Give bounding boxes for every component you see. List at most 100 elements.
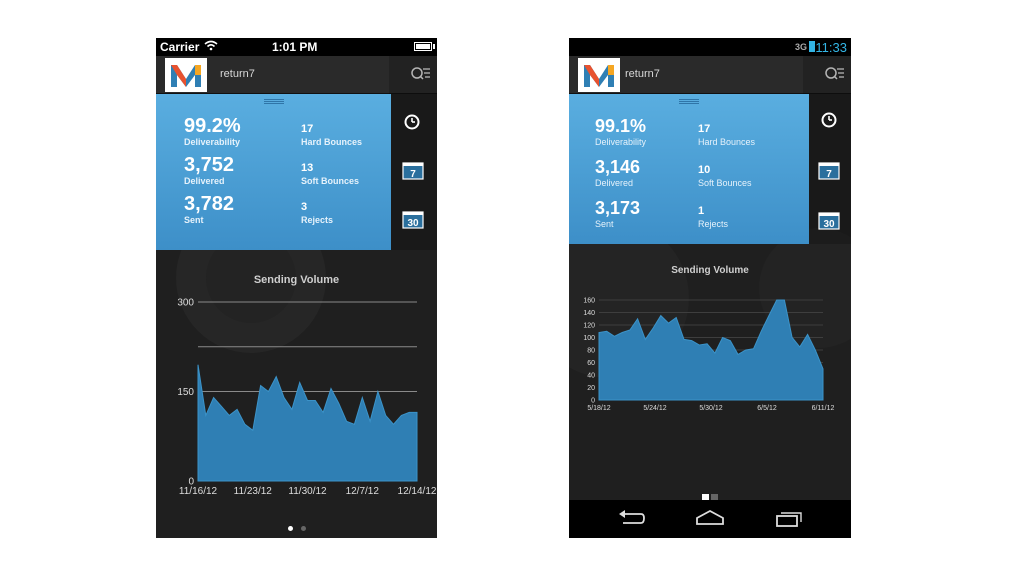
hard-bounces-value: 17 — [301, 123, 314, 135]
y-tick-label: 0 — [591, 397, 595, 404]
x-tick-label: 5/30/12 — [699, 405, 722, 412]
drag-handle[interactable] — [263, 99, 284, 104]
delivered-stat: 3,752 Delivered — [184, 155, 234, 186]
delivered-value: 3,146 — [595, 157, 641, 177]
calendar-week-label: 7 — [826, 169, 832, 180]
status-bar: 3G 11:33 — [569, 38, 851, 56]
page-indicator[interactable] — [156, 518, 437, 536]
android-nav-bar — [569, 500, 851, 538]
y-tick-label: 150 — [177, 387, 194, 398]
x-tick-label: 6/5/12 — [757, 405, 777, 412]
rejects-label: Rejects — [301, 215, 334, 225]
sending-volume-chart: 0 20 40 60 80 100 120 140 160 5/18/12 5/24/12 5/30/… — [583, 297, 835, 412]
clock-icon[interactable] — [404, 114, 420, 135]
y-tick-label: 60 — [587, 360, 595, 367]
y-tick-label: 40 — [587, 372, 595, 379]
calendar-month-icon[interactable]: 30 — [818, 212, 840, 235]
wifi-icon — [204, 39, 218, 54]
app-name: return7 — [625, 68, 660, 80]
y-tick-label: 300 — [177, 297, 194, 308]
rejects-value: 1 — [698, 205, 705, 217]
drag-handle[interactable] — [679, 99, 699, 104]
sent-value: 3,782 — [184, 193, 235, 215]
soft-bounces-value: 10 — [698, 164, 711, 176]
stats-panel[interactable]: 99.1% Deliverability 3,146 Delivered 3,1… — [569, 94, 809, 244]
page-dot-2[interactable] — [300, 526, 306, 531]
app-logo[interactable] — [578, 58, 620, 92]
soft-bounces-label: Soft Bounces — [698, 178, 752, 188]
carrier-label: Carrier — [160, 40, 200, 54]
calendar-month-label: 30 — [823, 219, 835, 230]
ios-phone-screen: Carrier 1:01 PM return7 99.2% Deliverabi… — [156, 38, 437, 538]
delivered-label: Delivered — [184, 176, 225, 186]
soft-bounces-label: Soft Bounces — [301, 176, 360, 186]
x-tick-label: 5/18/12 — [587, 405, 610, 412]
hard-bounces-label: Hard Bounces — [698, 137, 756, 147]
sending-volume-chart: 015030011/16/12 11/23/12 11/30/12 12/7/12 12… — [177, 297, 437, 497]
hard-bounces-label: Hard Bounces — [301, 137, 363, 147]
rejects-value: 3 — [301, 201, 308, 213]
deliverability-stat: 99.2% Deliverability — [184, 116, 241, 147]
soft-bounces-stat: 10 Soft Bounces — [698, 163, 752, 188]
y-tick-label: 100 — [583, 335, 595, 342]
y-tick-label: 120 — [583, 322, 595, 329]
status-bar: Carrier 1:01 PM — [156, 38, 437, 56]
recent-apps-icon[interactable] — [775, 508, 803, 533]
status-time: 1:01 PM — [272, 40, 318, 54]
chart-title: Sending Volume — [671, 265, 749, 276]
x-tick-label: 12/14/12 — [398, 486, 437, 497]
delivered-stat: 3,146 Delivered — [595, 157, 640, 188]
x-tick-label: 11/16/12 — [179, 486, 218, 497]
deliverability-label: Deliverability — [595, 137, 647, 147]
battery-icon — [809, 41, 815, 52]
chart-title: Sending Volume — [253, 274, 340, 286]
sent-label: Sent — [595, 219, 614, 229]
hard-bounces-stat: 17 Hard Bounces — [698, 122, 755, 147]
soft-bounces-stat: 13 Soft Bounces — [301, 161, 359, 186]
deliverability-label: Deliverability — [184, 137, 241, 147]
sent-label: Sent — [184, 215, 204, 225]
calendar-month-icon[interactable]: 30 — [402, 211, 424, 234]
x-tick-label: 11/23/12 — [234, 486, 273, 497]
clock-icon[interactable] — [821, 112, 837, 133]
soft-bounces-value: 13 — [301, 162, 314, 174]
sent-stat: 3,782 Sent — [184, 194, 234, 225]
x-tick-label: 12/7/12 — [346, 486, 380, 497]
stats-panel[interactable]: 99.2% Deliverability 3,752 Delivered 3,7… — [156, 94, 391, 250]
sending-volume-area — [598, 299, 824, 401]
deliverability-value: 99.1% — [595, 116, 647, 136]
y-tick-label: 140 — [583, 310, 595, 317]
mandrill-logo-icon — [171, 65, 201, 87]
sending-volume-area — [197, 364, 418, 482]
app-logo[interactable] — [165, 58, 207, 92]
x-tick-label: 6/11/12 — [812, 405, 835, 412]
delivered-label: Delivered — [595, 178, 634, 188]
android-phone-screen: 3G 11:33 return7 99.1% Deliverability 3,… — [569, 38, 851, 538]
signal-indicator: 3G — [794, 42, 807, 52]
x-tick-label: 11/30/12 — [288, 486, 327, 497]
page-dot-1[interactable] — [287, 526, 293, 531]
calendar-week-icon[interactable]: 7 — [402, 162, 424, 185]
deliverability-stat: 99.1% Deliverability — [595, 116, 646, 147]
battery-tip — [433, 44, 435, 49]
y-tick-label: 160 — [583, 297, 595, 304]
rejects-label: Rejects — [698, 219, 729, 229]
sent-value: 3,173 — [595, 198, 641, 218]
calendar-week-icon[interactable]: 7 — [818, 162, 840, 185]
hard-bounces-value: 17 — [698, 123, 711, 135]
rejects-stat: 3 Rejects — [301, 200, 333, 225]
calendar-month-label: 30 — [407, 218, 419, 229]
battery-icon — [414, 42, 432, 51]
hard-bounces-stat: 17 Hard Bounces — [301, 122, 362, 147]
x-tick-label: 5/24/12 — [643, 405, 666, 412]
back-icon[interactable] — [617, 508, 645, 533]
status-time: 11:33 — [815, 40, 847, 55]
calendar-week-label: 7 — [410, 169, 416, 180]
delivered-value: 3,752 — [184, 154, 235, 176]
rejects-stat: 1 Rejects — [698, 204, 728, 229]
y-tick-label: 20 — [587, 385, 595, 392]
mandrill-logo-icon — [584, 65, 614, 87]
home-icon[interactable] — [695, 508, 725, 533]
y-tick-label: 80 — [587, 347, 595, 354]
app-name: return7 — [220, 68, 255, 80]
